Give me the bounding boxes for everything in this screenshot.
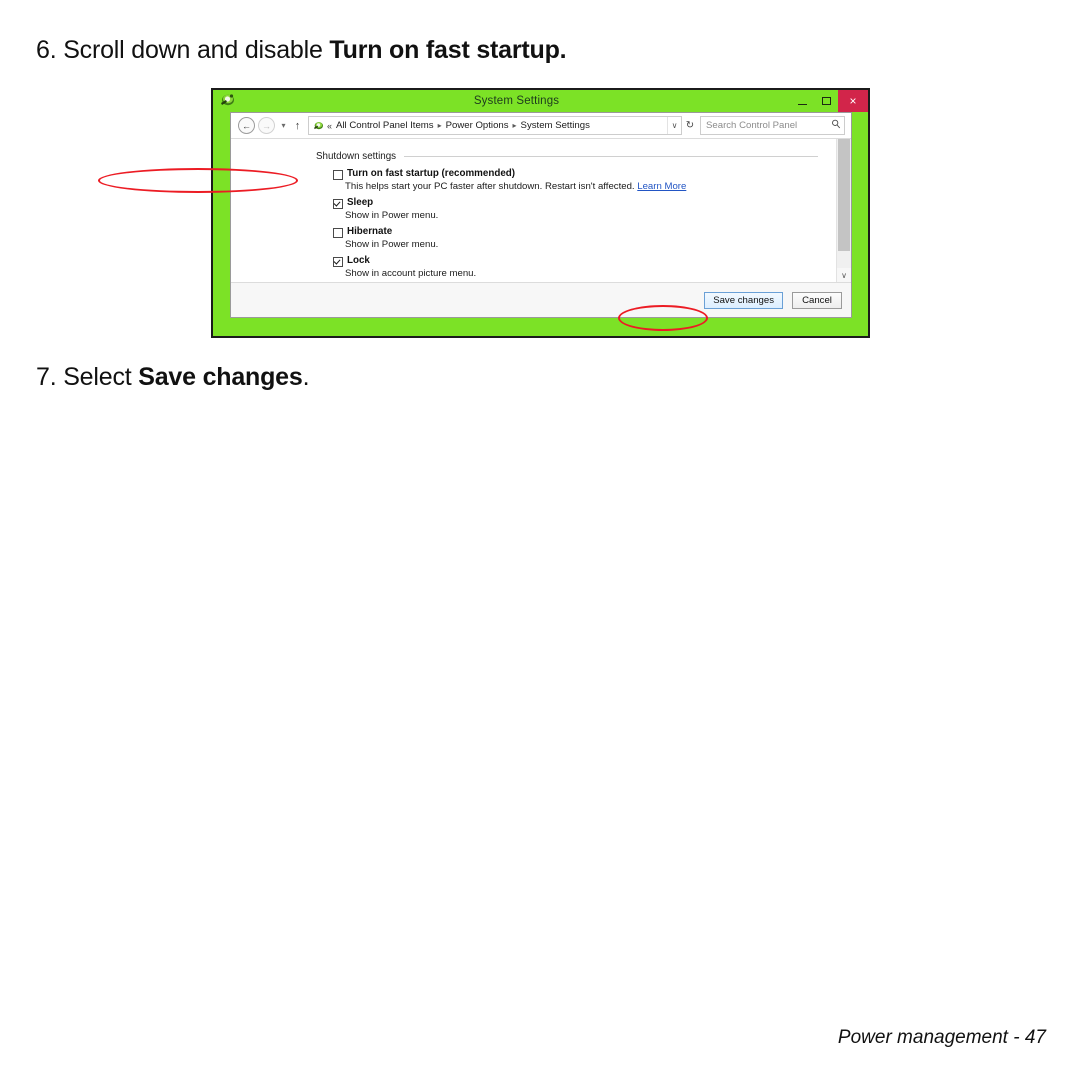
step-7-text-after: .: [302, 363, 310, 391]
scrollbar-thumb[interactable]: [838, 139, 850, 251]
search-box[interactable]: Search Control Panel: [700, 116, 845, 135]
option-lock[interactable]: Lock: [333, 255, 836, 267]
step-7-bold-text: Save changes: [138, 363, 303, 391]
option-sleep[interactable]: Sleep: [333, 197, 836, 209]
checkbox-lock[interactable]: [333, 257, 343, 267]
refresh-icon[interactable]: ↻: [682, 120, 698, 131]
option-hibernate[interactable]: Hibernate: [333, 226, 836, 238]
group-divider: [404, 156, 818, 157]
cancel-button[interactable]: Cancel: [792, 291, 842, 309]
option-label-lock: Lock: [347, 255, 370, 266]
breadcrumb[interactable]: « All Control Panel Items ▸ Power Option…: [308, 116, 682, 135]
settings-content-area: Shutdown settings Turn on fast startup (…: [231, 139, 851, 282]
step-6-number: 6.: [36, 36, 57, 64]
checkbox-sleep[interactable]: [333, 199, 343, 209]
forward-button[interactable]: →: [258, 117, 275, 134]
breadcrumb-item-all-control-panel-items[interactable]: All Control Panel Items: [336, 120, 434, 131]
dialog-button-strip: Save changes Cancel: [231, 282, 851, 317]
system-settings-window: System Settings × ← → ▾ ↑ « All Control …: [211, 88, 870, 338]
option-desc-text: This helps start your PC faster after sh…: [345, 181, 638, 192]
step-6-bold-text: Turn on fast startup.: [329, 36, 567, 64]
shutdown-options-list: Turn on fast startup (recommended) This …: [333, 168, 836, 280]
option-fast-startup[interactable]: Turn on fast startup (recommended): [333, 168, 836, 180]
scroll-down-arrow-icon[interactable]: ∨: [837, 268, 851, 282]
footer-page-number: 47: [1024, 1027, 1046, 1048]
control-panel-icon: [218, 92, 237, 109]
step-7-instruction: 7. Select Save changes.: [36, 363, 310, 392]
search-icon: [828, 119, 844, 132]
chevron-right-icon: ▸: [437, 121, 442, 130]
maximize-button[interactable]: [814, 90, 838, 112]
step-6-instruction: 6. Scroll down and disable Turn on fast …: [36, 36, 567, 65]
breadcrumb-control-panel-icon: [312, 120, 325, 132]
chevron-right-icon: ▸: [512, 121, 517, 130]
step-6-text: Scroll down and disable: [63, 36, 330, 64]
breadcrumb-item-system-settings[interactable]: System Settings: [521, 120, 590, 131]
vertical-scrollbar[interactable]: ∨: [836, 139, 851, 282]
window-titlebar[interactable]: System Settings ×: [213, 90, 868, 112]
option-desc-fast-startup: This helps start your PC faster after sh…: [345, 181, 836, 193]
breadcrumb-overflow-icon[interactable]: «: [327, 121, 332, 131]
window-title: System Settings: [473, 95, 560, 107]
window-client-area: ← → ▾ ↑ « All Control Panel Items ▸ Powe…: [230, 112, 852, 318]
option-desc-sleep: Show in Power menu.: [345, 210, 439, 221]
address-bar: ← → ▾ ↑ « All Control Panel Items ▸ Powe…: [231, 113, 851, 139]
page-footer: Power management - 47: [838, 1027, 1046, 1049]
close-button[interactable]: ×: [838, 90, 868, 112]
option-label-hibernate: Hibernate: [347, 226, 393, 237]
checkbox-hibernate[interactable]: [333, 228, 343, 238]
option-desc-lock: Show in account picture menu.: [345, 268, 477, 279]
step-7-number: 7.: [36, 363, 57, 391]
breadcrumb-item-power-options[interactable]: Power Options: [446, 120, 509, 131]
checkbox-fast-startup[interactable]: [333, 170, 343, 180]
step-7-text: Select: [63, 363, 139, 391]
learn-more-link[interactable]: Learn More: [637, 181, 686, 192]
footer-section-label: Power management -: [837, 1027, 1020, 1048]
save-changes-button[interactable]: Save changes: [704, 291, 783, 309]
shutdown-settings-pane: Shutdown settings Turn on fast startup (…: [231, 139, 836, 282]
minimize-button[interactable]: [790, 90, 814, 112]
option-desc-hibernate: Show in Power menu.: [345, 239, 439, 250]
back-button[interactable]: ←: [238, 117, 255, 134]
search-input-placeholder[interactable]: Search Control Panel: [701, 120, 828, 131]
option-label-fast-startup: Turn on fast startup (recommended): [347, 168, 516, 179]
shutdown-settings-group-header: Shutdown settings: [316, 151, 818, 162]
breadcrumb-dropdown-icon[interactable]: ∨: [667, 117, 681, 134]
window-caption-buttons: ×: [790, 90, 868, 112]
option-label-sleep: Sleep: [347, 197, 374, 208]
up-one-level-button[interactable]: ↑: [291, 120, 304, 132]
recent-locations-icon[interactable]: ▾: [277, 121, 290, 130]
group-title: Shutdown settings: [316, 151, 397, 162]
